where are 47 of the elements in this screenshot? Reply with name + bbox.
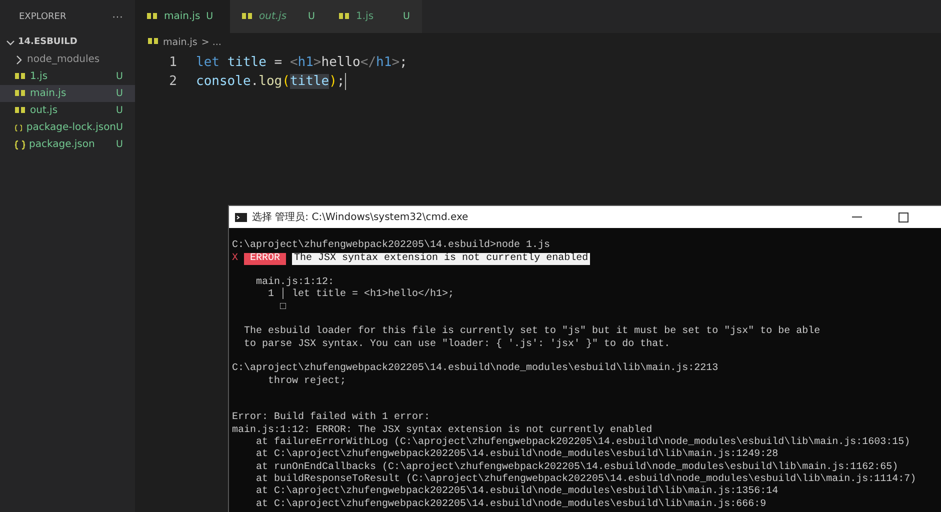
terminal-line: main.js:1:12: ERROR: The JSX syntax extension is not currently enabled	[232, 424, 652, 436]
git-status: U	[116, 139, 123, 150]
terminal-line: at failureErrorWithLog (C:\aproject\zhufengwebpack202205\14.esbuild\node_modules\esbuild\lib\main.js:1603:15)	[255, 437, 910, 448]
explorer-title: EXPLORER	[19, 12, 66, 22]
file-tree-item[interactable]: main.js U	[0, 85, 135, 102]
code-line: console.log(title);	[196, 73, 346, 90]
file-tree-item[interactable]: node_modules	[0, 51, 135, 68]
file-tree-item[interactable]: out.js U	[0, 102, 135, 119]
maximize-icon[interactable]	[898, 212, 909, 222]
project-folder[interactable]: 14.ESBUILD	[0, 33, 135, 51]
git-status: U	[116, 88, 123, 99]
more-actions-button[interactable]: ···	[112, 10, 123, 22]
git-status: U	[116, 71, 123, 82]
terminal-line: C:\aproject\zhufengwebpack202205\14.esbuild>node 1.js	[232, 240, 550, 253]
editor-tab[interactable]: 1.js U	[327, 0, 422, 33]
terminal-line: at C:\aproject\zhufengwebpack202205\14.esbuild\node_modules\esbuild\lib\main.js:1356:14	[255, 486, 778, 498]
breadcrumb-file[interactable]: main.js	[163, 36, 198, 48]
terminal-line: C:\aproject\zhufengwebpack202205\14.esbuild\node_modules\esbuild\lib\main.js:2213	[232, 363, 718, 376]
error-mark: X	[232, 252, 238, 265]
terminal-line: at C:\aproject\zhufengwebpack202205\14.esbuild\node_modules\esbuild\lib\main.js:1249:28	[255, 449, 778, 462]
line-number: 2	[168, 74, 178, 89]
editor-tab[interactable]: main.js U	[135, 0, 230, 33]
terminal-line: to parse JSX syntax. You can use "loader: { '.js': 'jsx' }" to do that.	[243, 338, 670, 351]
terminal-line: at runOnEndCallbacks (C:\aproject\zhufengwebpack202205\14.esbuild\node_modules\esbuild\lib\main.js:1162:65)	[255, 462, 898, 474]
editor-tab[interactable]: out.js U	[230, 0, 327, 33]
git-status: U	[116, 122, 123, 133]
terminal-line: throw reject;	[267, 376, 346, 388]
json-file-icon	[15, 122, 22, 132]
code-line: let title = <h1>hello</h1>;	[196, 55, 408, 70]
terminal-line: main.js:1:12:	[255, 277, 334, 288]
file-tree-item[interactable]: 1.js U	[0, 68, 135, 85]
terminal-icon	[235, 212, 247, 222]
git-status: U	[116, 105, 123, 116]
line-number: 1	[168, 55, 178, 70]
breadcrumb-path[interactable]: > ...	[201, 36, 222, 48]
file-tree-item[interactable]: package-lock.jsonU	[0, 119, 135, 136]
window-title: 选择 管理员: C:\Windows\system32\cmd.exe	[252, 210, 470, 224]
file-tree-item[interactable]: package.json U	[0, 136, 135, 153]
terminal-line: at buildResponseToResult (C:\aproject\zhufengwebpack202205\14.esbuild\node_modules\esbuild\lib\main.js:1114:7)	[255, 474, 916, 486]
error-message: The JSX syntax extension is not currently enabled	[292, 252, 590, 265]
terminal-line: □	[279, 302, 286, 314]
terminal-line: The esbuild loader for this file is currently set to "js" but it must be set to "jsx" to be able	[243, 326, 820, 338]
json-file-icon	[15, 140, 25, 150]
terminal-line: 1 │ let title = <h1>hello</h1>;	[267, 289, 454, 302]
error-badge: ERROR	[244, 252, 286, 265]
terminal-line: at C:\aproject\zhufengwebpack202205\14.esbuild\node_modules\esbuild\lib\main.js:666:9	[255, 498, 766, 511]
terminal-line: Error: Build failed with 1 error:	[232, 412, 430, 424]
